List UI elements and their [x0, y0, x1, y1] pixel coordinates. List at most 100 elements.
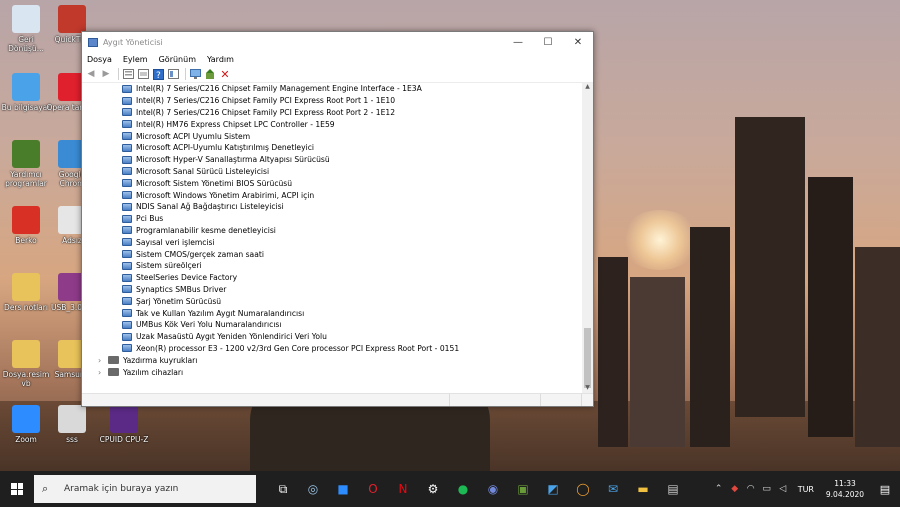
photos-icon[interactable]: ◩: [538, 471, 568, 507]
close-button[interactable]: ✕: [563, 37, 593, 48]
device-item[interactable]: Xeon(R) processor E3 - 1200 v2/3rd Gen C…: [82, 343, 582, 355]
view-icon[interactable]: [167, 69, 179, 80]
discord-icon[interactable]: ◉: [478, 471, 508, 507]
netflix-icon[interactable]: N: [388, 471, 418, 507]
app-tray-icon[interactable]: ◆: [728, 484, 742, 494]
desktop-icon[interactable]: Zoom: [0, 405, 52, 444]
device-item[interactable]: Uzak Masaüstü Aygıt Yeniden Yönlendirici…: [82, 331, 582, 343]
desktop-icon[interactable]: Bu bilgisayar: [0, 73, 52, 112]
device-label: Intel(R) HM76 Express Chipset LPC Contro…: [136, 119, 335, 129]
device-item[interactable]: Microsoft Hyper-V Sanallaştırma Altyapıs…: [82, 154, 582, 166]
device-manager-icon[interactable]: ▤: [658, 471, 688, 507]
expand-chevron-icon[interactable]: ›: [98, 356, 108, 365]
system-device-icon: [122, 285, 132, 294]
device-label: Şarj Yönetim Sürücüsü: [136, 296, 222, 306]
device-category[interactable]: › Yazılım cihazları: [82, 366, 582, 378]
device-item[interactable]: Microsoft Windows Yönetim Arabirimi, ACP…: [82, 189, 582, 201]
device-item[interactable]: Pci Bus: [82, 213, 582, 225]
device-item[interactable]: Programlanabilir kesme denetleyicisi: [82, 225, 582, 237]
details-icon[interactable]: [137, 69, 149, 80]
device-item[interactable]: Microsoft Sanal Sürücü Listeleyicisi: [82, 166, 582, 178]
device-item[interactable]: Intel(R) 7 Series/C216 Chipset Family PC…: [82, 107, 582, 119]
notification-icon[interactable]: ▤: [870, 483, 900, 496]
device-item[interactable]: UMBus Kök Veri Yolu Numaralandırıcısı: [82, 319, 582, 331]
menu-eylem[interactable]: Eylem: [123, 55, 148, 64]
minecraft-icon[interactable]: ▣: [508, 471, 538, 507]
device-item[interactable]: Intel(R) 7 Series/C216 Chipset Family PC…: [82, 95, 582, 107]
taskbar: ⌕ Aramak için buraya yazın ⧉ ◎ ■ O N ⚙ ● ◉ ▣ ◩ ◯ ✉ ▬…: [0, 471, 900, 507]
device-item[interactable]: Microsoft ACPI-Uyumlu Katıştırılmış Dene…: [82, 142, 582, 154]
device-item[interactable]: Şarj Yönetim Sürücüsü: [82, 295, 582, 307]
desktop-icon[interactable]: Geri Dönüşü...: [0, 5, 52, 53]
back-icon[interactable]: ◀: [85, 69, 97, 80]
device-item[interactable]: Tak ve Kullan Yazılım Aygıt Numaralandır…: [82, 307, 582, 319]
device-category[interactable]: › Yazdırma kuyrukları: [82, 354, 582, 366]
desktop-icon[interactable]: sss: [46, 405, 98, 444]
task-view-icon[interactable]: ⧉: [268, 471, 298, 507]
device-item[interactable]: Sistem CMOS/gerçek zaman saati: [82, 248, 582, 260]
update-driver-icon[interactable]: [204, 68, 216, 80]
desktop-icon[interactable]: Dosya.resim vb: [0, 340, 52, 388]
properties-icon[interactable]: [122, 69, 134, 80]
monitor-icon[interactable]: [189, 69, 201, 80]
settings-icon[interactable]: ⚙: [418, 471, 448, 507]
desktop-icon-label: Ders notları: [4, 303, 48, 312]
system-device-icon: [122, 250, 132, 259]
volume-icon[interactable]: ◁: [776, 484, 790, 494]
device-label: Xeon(R) processor E3 - 1200 v2/3rd Gen C…: [136, 343, 460, 353]
desktop-icon-label: Berko: [15, 236, 37, 245]
battery-icon[interactable]: ▭: [760, 484, 774, 494]
device-item[interactable]: Sayısal veri işlemcisi: [82, 236, 582, 248]
title-bar[interactable]: Aygıt Yöneticisi — ☐ ✕: [82, 32, 593, 52]
desktop-icon[interactable]: Yardımcı programlar: [0, 140, 52, 188]
device-manager-window[interactable]: Aygıt Yöneticisi — ☐ ✕ Dosya Eylem Görün…: [81, 31, 594, 407]
spotify-icon[interactable]: ●: [448, 471, 478, 507]
menu-gorunum[interactable]: Görünüm: [159, 55, 196, 64]
app-icon[interactable]: ◯: [568, 471, 598, 507]
clock[interactable]: 11:33 9.04.2020: [820, 478, 870, 500]
help-icon[interactable]: ?: [152, 68, 164, 80]
opera-icon[interactable]: O: [358, 471, 388, 507]
device-item[interactable]: Microsoft ACPI Uyumlu Sistem: [82, 130, 582, 142]
desktop-icon-label: Geri Dönüşü...: [8, 35, 44, 53]
desktop-icon[interactable]: Berko: [0, 206, 52, 245]
steam-icon[interactable]: ◎: [298, 471, 328, 507]
mail-icon[interactable]: ✉: [598, 471, 628, 507]
remove-icon[interactable]: ✕: [219, 68, 231, 81]
device-item[interactable]: Microsoft Sistem Yönetimi BIOS Sürücüsü: [82, 177, 582, 189]
forward-icon[interactable]: ▶: [100, 69, 112, 80]
device-item[interactable]: Intel(R) HM76 Express Chipset LPC Contro…: [82, 118, 582, 130]
device-label: NDIS Sanal Ağ Bağdaştırıcı Listeleyicisi: [136, 202, 284, 212]
desktop-icon[interactable]: Ders notları: [0, 273, 52, 312]
taskbar-search-box[interactable]: ⌕ Aramak için buraya yazın: [34, 475, 256, 503]
menu-dosya[interactable]: Dosya: [87, 55, 112, 64]
desktop-icon-image: [58, 405, 86, 433]
wallpaper-building: [630, 277, 685, 447]
vertical-scrollbar[interactable]: ▲ ▼: [582, 83, 593, 394]
desktop-icon[interactable]: CPUID CPU-Z: [98, 405, 150, 444]
menu-yardim[interactable]: Yardım: [207, 55, 234, 64]
toolbar-separator: [118, 68, 119, 80]
device-item[interactable]: Synaptics SMBus Driver: [82, 284, 582, 296]
desktop-icon-image: [12, 73, 40, 101]
expand-chevron-icon[interactable]: ›: [98, 368, 108, 377]
scroll-thumb[interactable]: [584, 328, 591, 388]
file-explorer-icon[interactable]: ▬: [628, 471, 658, 507]
device-item[interactable]: Intel(R) 7 Series/C216 Chipset Family Ma…: [82, 83, 582, 95]
device-item[interactable]: Sistem süreölçeri: [82, 260, 582, 272]
scroll-up-arrow[interactable]: ▲: [582, 83, 593, 93]
device-item[interactable]: NDIS Sanal Ağ Bağdaştırıcı Listeleyicisi: [82, 201, 582, 213]
chevron-up-icon[interactable]: ⌃: [712, 484, 726, 494]
zoom-icon[interactable]: ■: [328, 471, 358, 507]
desktop-icon-image: [12, 140, 40, 168]
device-item[interactable]: SteelSeries Device Factory: [82, 272, 582, 284]
device-label: Pci Bus: [136, 214, 164, 224]
start-button[interactable]: [0, 471, 34, 507]
window-title: Aygıt Yöneticisi: [103, 37, 163, 47]
network-icon[interactable]: ◠: [744, 484, 758, 494]
device-label: Sayısal veri işlemcisi: [136, 237, 215, 247]
minimize-button[interactable]: —: [503, 37, 533, 48]
maximize-button[interactable]: ☐: [533, 37, 563, 48]
device-tree[interactable]: Intel(R) 7 Series/C216 Chipset Family Ma…: [82, 83, 582, 394]
language-indicator[interactable]: TUR: [798, 485, 814, 494]
